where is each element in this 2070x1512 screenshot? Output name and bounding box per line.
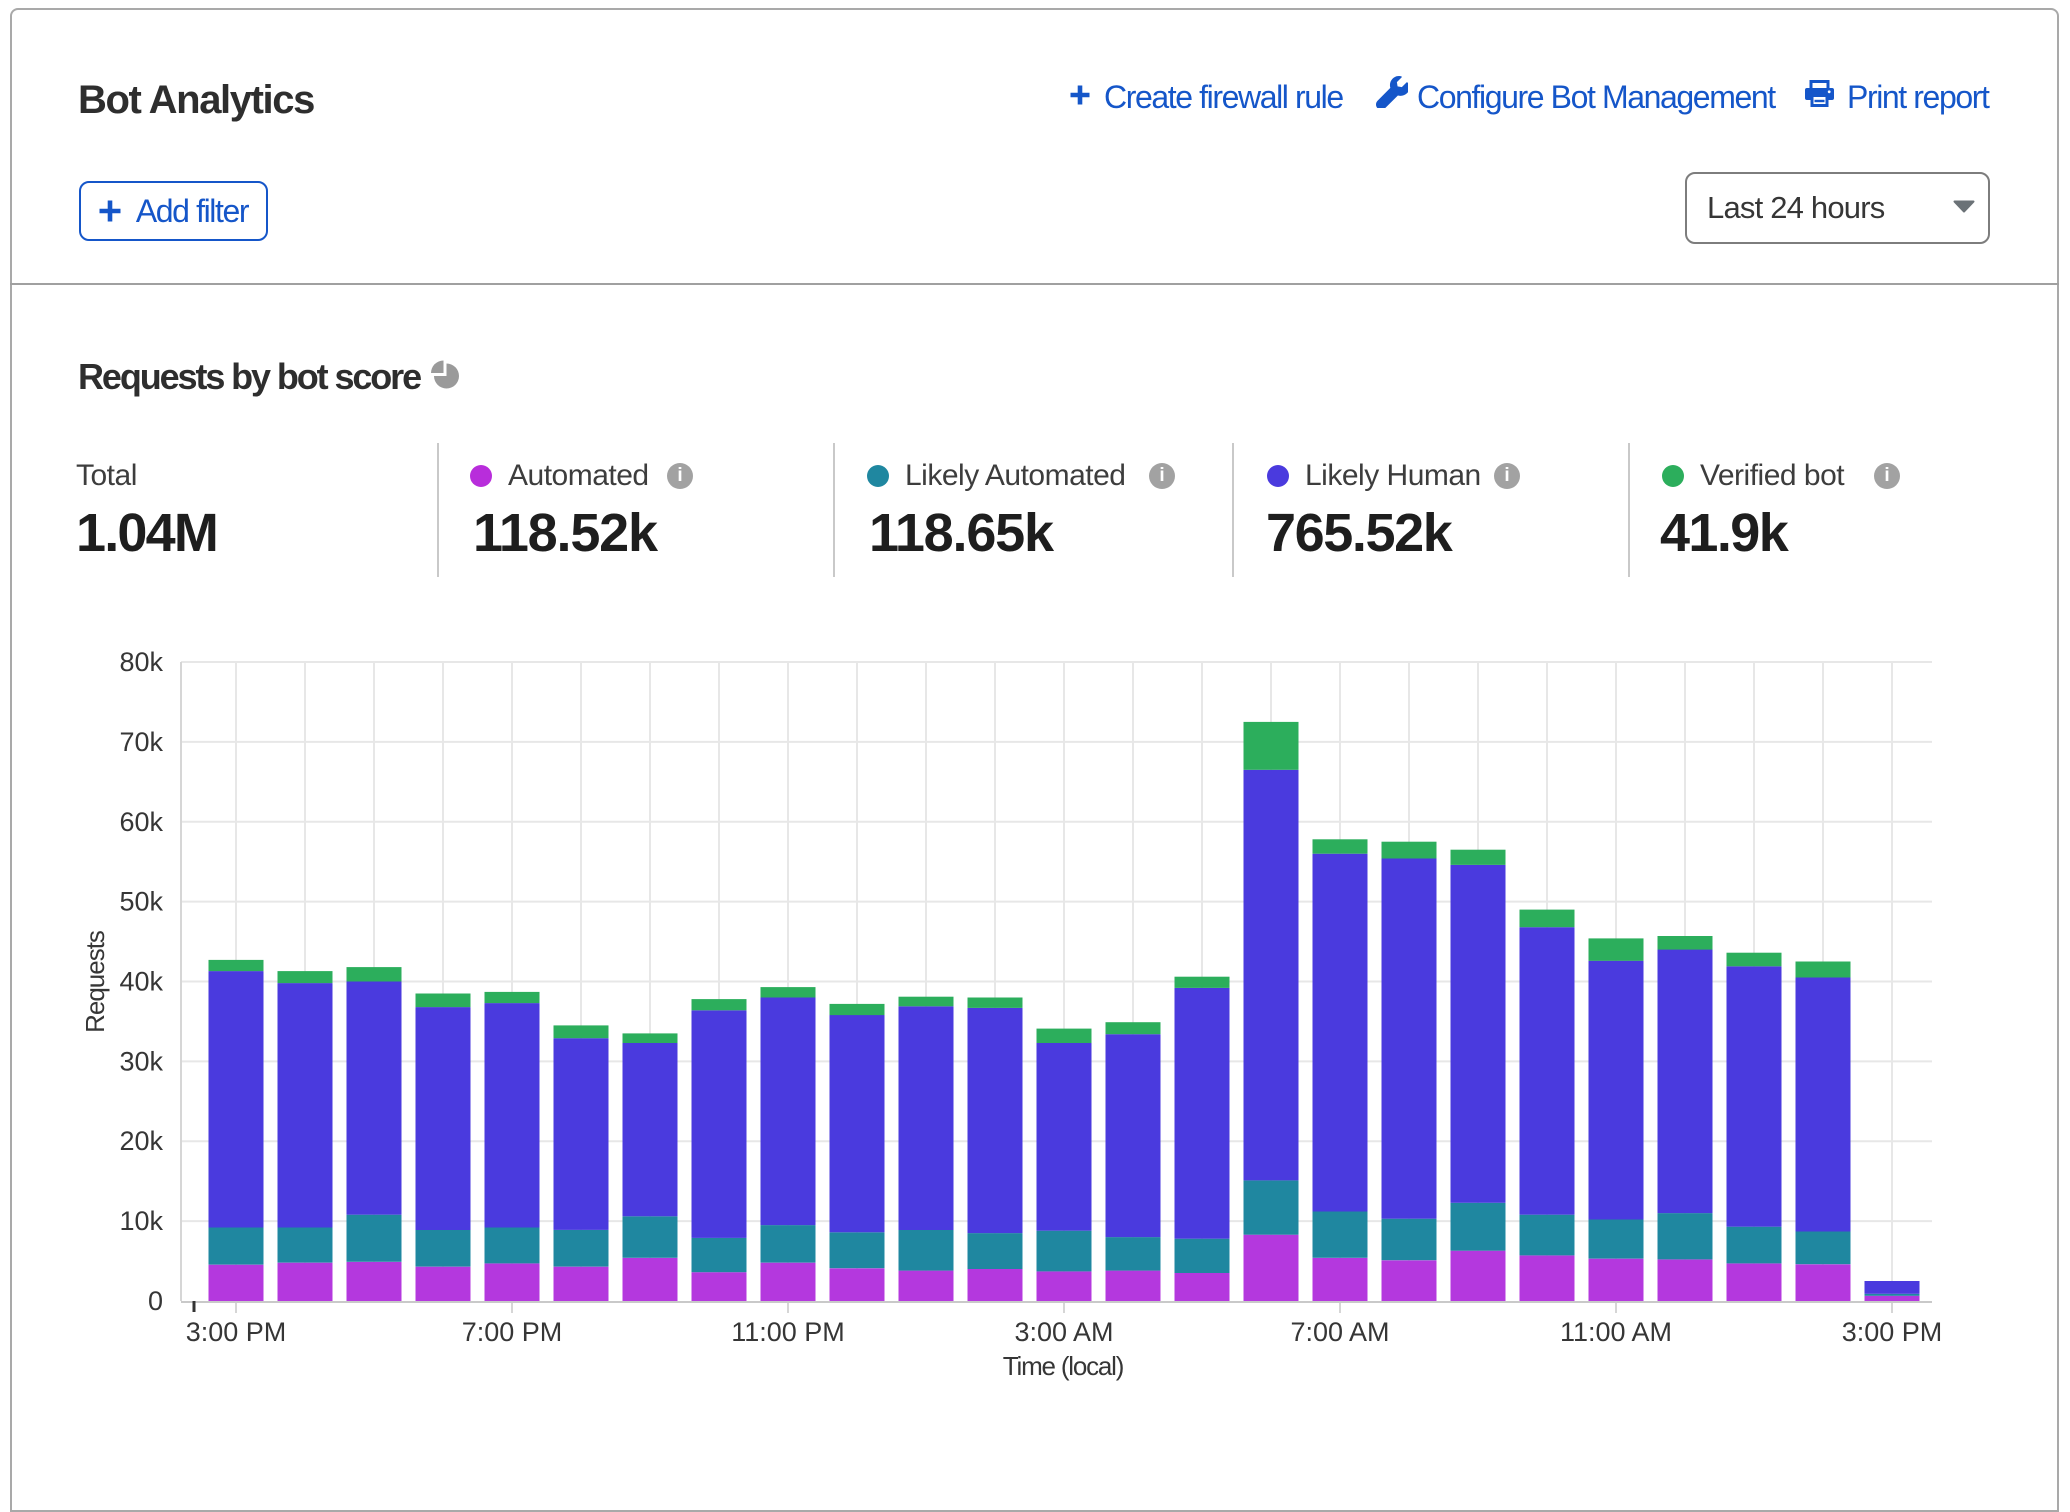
svg-text:70k: 70k <box>119 727 163 757</box>
svg-text:40k: 40k <box>119 967 163 997</box>
svg-text:Requests: Requests <box>80 930 110 1033</box>
svg-text:60k: 60k <box>119 807 163 837</box>
svg-text:10k: 10k <box>119 1206 163 1236</box>
svg-text:20k: 20k <box>119 1126 163 1156</box>
svg-text:80k: 80k <box>119 647 163 677</box>
svg-text:50k: 50k <box>119 887 163 917</box>
svg-text:Time (local): Time (local) <box>1003 1351 1124 1381</box>
svg-text:30k: 30k <box>119 1046 163 1076</box>
svg-text:11:00 AM: 11:00 AM <box>1560 1317 1672 1347</box>
svg-text:7:00 PM: 7:00 PM <box>462 1317 563 1347</box>
svg-text:0: 0 <box>148 1286 163 1316</box>
svg-text:3:00 PM: 3:00 PM <box>186 1317 287 1347</box>
svg-text:3:00 AM: 3:00 AM <box>1014 1317 1113 1347</box>
svg-text:7:00 AM: 7:00 AM <box>1290 1317 1389 1347</box>
svg-text:11:00 PM: 11:00 PM <box>731 1317 845 1347</box>
svg-text:3:00 PM: 3:00 PM <box>1842 1317 1943 1347</box>
